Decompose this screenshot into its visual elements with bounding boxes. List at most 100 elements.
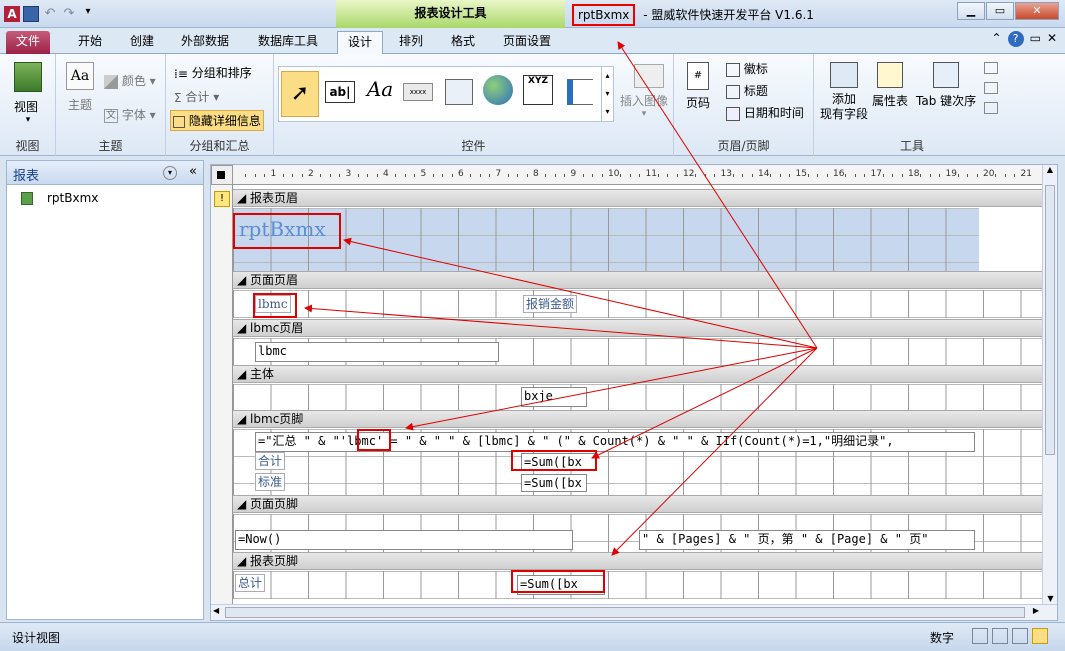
band-group-footer[interactable]: ◢ lbmc页脚 xyxy=(233,410,1043,428)
section-report-header[interactable]: rptBxmx xyxy=(233,208,1043,271)
hyperlink-globe-icon[interactable] xyxy=(483,75,513,105)
minimize-icon[interactable]: ▁ xyxy=(957,2,985,20)
gf-biaozhun-label[interactable]: 标准 xyxy=(255,473,286,491)
small-tool-icon[interactable] xyxy=(984,82,998,94)
warning-icon[interactable]: ! xyxy=(214,191,230,207)
rf-sum-textbox[interactable]: =Sum([bx xyxy=(517,575,605,595)
group-sort-button[interactable]: ⁞≡ 分组和排序 xyxy=(174,64,252,81)
design-view-icon[interactable] xyxy=(1032,628,1048,644)
close-icon[interactable]: ✕ xyxy=(1015,2,1059,20)
scroll-up-icon[interactable]: ▲ xyxy=(1043,165,1057,174)
band-detail[interactable]: ◢ 主体 xyxy=(233,365,1043,383)
scroll-down-icon[interactable]: ▼ xyxy=(1043,594,1057,603)
redo-icon[interactable]: ↷ xyxy=(61,6,77,22)
ruler-number: 9 xyxy=(570,169,577,179)
gf-summary-expression[interactable]: ="汇总 " & "'lbmc' = " & " " & [lbmc] & " … xyxy=(255,432,975,452)
tab-database-tools[interactable]: 数据库工具 xyxy=(248,31,328,54)
colors-button[interactable]: 颜色 ▾ xyxy=(104,72,156,89)
help-icon[interactable]: ? xyxy=(1007,31,1024,47)
select-pointer-icon[interactable]: ➚ xyxy=(281,71,319,117)
small-tool-icon[interactable] xyxy=(984,102,998,114)
small-tool-icon[interactable] xyxy=(984,62,998,74)
gf-heji-label[interactable]: 合计 xyxy=(255,452,286,470)
report-title-label[interactable]: rptBxmx xyxy=(237,216,328,242)
themes-button[interactable]: Aa 主题 xyxy=(66,62,94,113)
tab-arrange[interactable]: 排列 xyxy=(389,31,433,54)
textbox-control-icon[interactable]: ab| xyxy=(325,81,355,103)
tab-create[interactable]: 创建 xyxy=(120,31,164,54)
section-group-footer[interactable]: ="汇总 " & "'lbmc' = " & " " & [lbmc] & " … xyxy=(233,429,1043,495)
tab-external-data[interactable]: 外部数据 xyxy=(171,31,239,54)
section-page-footer[interactable]: =Now() " & [Pages] & " 页，第 " & [Page] & … xyxy=(233,514,1043,552)
view-button[interactable]: 视图 ▾ xyxy=(14,62,42,125)
ph-amount-label[interactable]: 报销金额 xyxy=(523,295,578,313)
add-existing-fields-button[interactable]: 添加 现有字段 xyxy=(820,62,868,122)
scroll-thumb[interactable] xyxy=(1045,185,1055,455)
section-detail[interactable]: bxje xyxy=(233,384,1043,410)
band-report-footer[interactable]: ◢ 报表页脚 xyxy=(233,552,1043,570)
gf-sum-textbox-1[interactable]: =Sum([bx xyxy=(521,453,597,471)
customize-qat-icon[interactable]: ▾ xyxy=(80,6,96,22)
web-browser-control-icon[interactable]: XYZ xyxy=(523,75,553,105)
property-sheet-button[interactable]: 属性表 xyxy=(872,62,908,109)
report-view-icon[interactable] xyxy=(972,628,988,644)
band-group-header[interactable]: ◢ lbmc页眉 xyxy=(233,319,1043,337)
print-preview-icon[interactable] xyxy=(992,628,1008,644)
nav-header[interactable]: 报表 ▾ « xyxy=(7,161,203,185)
navigation-control-icon[interactable] xyxy=(567,79,593,105)
gf-sum-textbox-2[interactable]: =Sum([bx xyxy=(521,474,587,492)
vertical-scrollbar[interactable]: ▲ ▼ xyxy=(1042,165,1057,605)
group-tools: 添加 现有字段 属性表 Tab 键次序 工具 xyxy=(814,54,1010,156)
tab-order-button[interactable]: Tab 键次序 xyxy=(916,62,976,109)
pf-now-textbox[interactable]: =Now() xyxy=(235,530,573,550)
tab-format[interactable]: 格式 xyxy=(441,31,485,54)
totals-button[interactable]: Σ 合计 ▾ xyxy=(174,88,219,105)
collapse-ribbon-icon[interactable]: ⌃ xyxy=(992,31,1002,47)
tab-design[interactable]: 设计 xyxy=(337,31,384,54)
horizontal-scrollbar[interactable]: ◀ ▶ xyxy=(211,604,1057,620)
report-selector[interactable] xyxy=(211,165,233,185)
doc-restore-icon[interactable]: ▭ xyxy=(1030,31,1041,47)
band-page-footer[interactable]: ◢ 页面页脚 xyxy=(233,495,1043,513)
nav-item-rptbxmx[interactable]: rptBxmx xyxy=(21,191,98,205)
gh-lbmc-textbox[interactable]: lbmc xyxy=(255,342,499,362)
tab-file[interactable]: 文件 xyxy=(6,31,51,54)
scroll-right-icon[interactable]: ▶ xyxy=(1033,606,1039,615)
ruler-tick xyxy=(892,174,894,177)
section-group-header[interactable]: lbmc xyxy=(233,338,1043,365)
restore-icon[interactable]: ▭ xyxy=(986,2,1014,20)
date-time-button[interactable]: 日期和时间 xyxy=(726,104,804,121)
scroll-left-icon[interactable]: ◀ xyxy=(213,606,219,615)
undo-icon[interactable]: ↶ xyxy=(42,6,58,22)
ph-lbmc-label[interactable]: lbmc xyxy=(255,295,291,313)
rf-total-label[interactable]: 总计 xyxy=(235,574,266,592)
tab-home[interactable]: 开始 xyxy=(68,31,112,54)
save-icon[interactable] xyxy=(23,6,39,22)
band-page-header[interactable]: ◢ 页面页眉 xyxy=(233,271,1043,289)
ribbon-tabs: 文件 开始 创建 外部数据 数据库工具 设计 排列 格式 页面设置 xyxy=(0,28,1065,54)
page-number-button[interactable]: # 页码 xyxy=(686,62,710,111)
section-page-header[interactable]: lbmc 报销金额 xyxy=(233,290,1043,318)
insert-image-button[interactable]: 插入图像 ▾ xyxy=(620,64,668,119)
nav-collapse-icon[interactable]: « xyxy=(189,164,197,179)
fonts-button[interactable]: 文 字体 ▾ xyxy=(104,106,156,123)
gf-expr-part: ' = " & " " & [lbmc] & " (" & Count(*) &… xyxy=(375,434,894,448)
logo-button[interactable]: 徽标 xyxy=(726,60,768,77)
button-control-icon[interactable]: xxxx xyxy=(403,83,433,101)
tab-control-icon[interactable] xyxy=(445,79,473,105)
access-app-icon[interactable]: A xyxy=(4,6,20,22)
nav-dropdown-icon[interactable]: ▾ xyxy=(163,166,177,180)
group-label-controls: 控件 xyxy=(461,139,486,153)
scroll-thumb[interactable] xyxy=(225,607,1025,618)
tab-page-setup[interactable]: 页面设置 xyxy=(493,31,561,54)
doc-close-icon[interactable]: ✕ xyxy=(1047,31,1057,47)
detail-bxje-textbox[interactable]: bxje xyxy=(521,387,587,407)
gallery-scroll-icon[interactable]: ▴ ▾ ▾ xyxy=(601,67,613,121)
band-report-header[interactable]: ◢ 报表页眉 xyxy=(233,189,1043,207)
pf-pages-textbox[interactable]: " & [Pages] & " 页，第 " & [Page] & " 页" xyxy=(639,530,975,550)
title-button[interactable]: 标题 xyxy=(726,82,768,99)
section-report-footer[interactable]: 总计 =Sum([bx xyxy=(233,571,1043,599)
label-control-icon[interactable]: Aa xyxy=(363,77,397,107)
hide-details-button[interactable]: 隐藏详细信息 xyxy=(170,110,264,131)
layout-view-icon[interactable] xyxy=(1012,628,1028,644)
